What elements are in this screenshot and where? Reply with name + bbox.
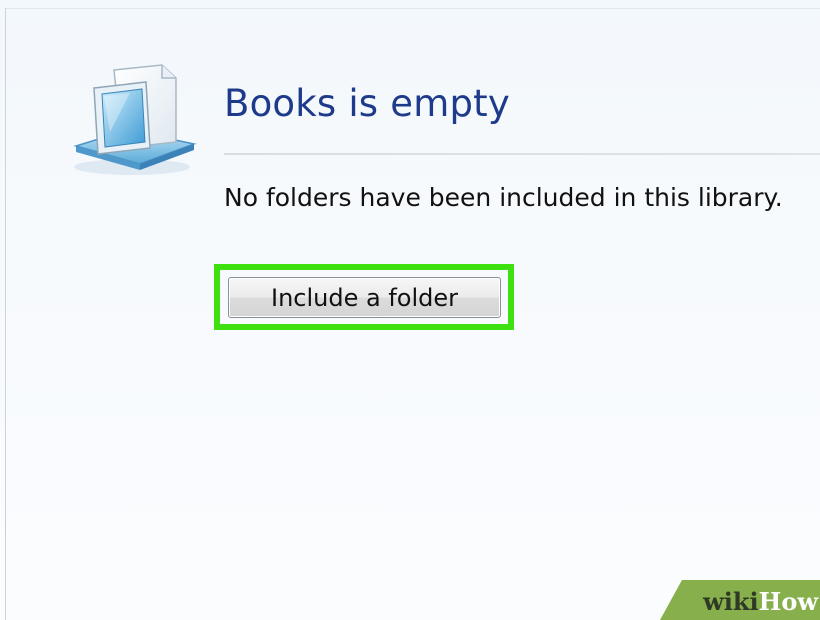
library-icon (73, 64, 197, 175)
library-view: Books is empty No folders have been incl… (0, 0, 820, 620)
page-title: Books is empty (224, 82, 510, 125)
title-divider (224, 153, 820, 155)
watermark-text: wikiHow (703, 587, 818, 616)
empty-library-message: No folders have been included in this li… (224, 183, 783, 212)
watermark-how: How (758, 587, 818, 616)
window-left-border (5, 8, 6, 620)
window-top-border (5, 8, 820, 9)
watermark-wiki: wiki (703, 587, 759, 616)
wikihow-watermark: wikiHow (660, 580, 820, 620)
include-a-folder-button[interactable]: Include a folder (228, 277, 501, 318)
